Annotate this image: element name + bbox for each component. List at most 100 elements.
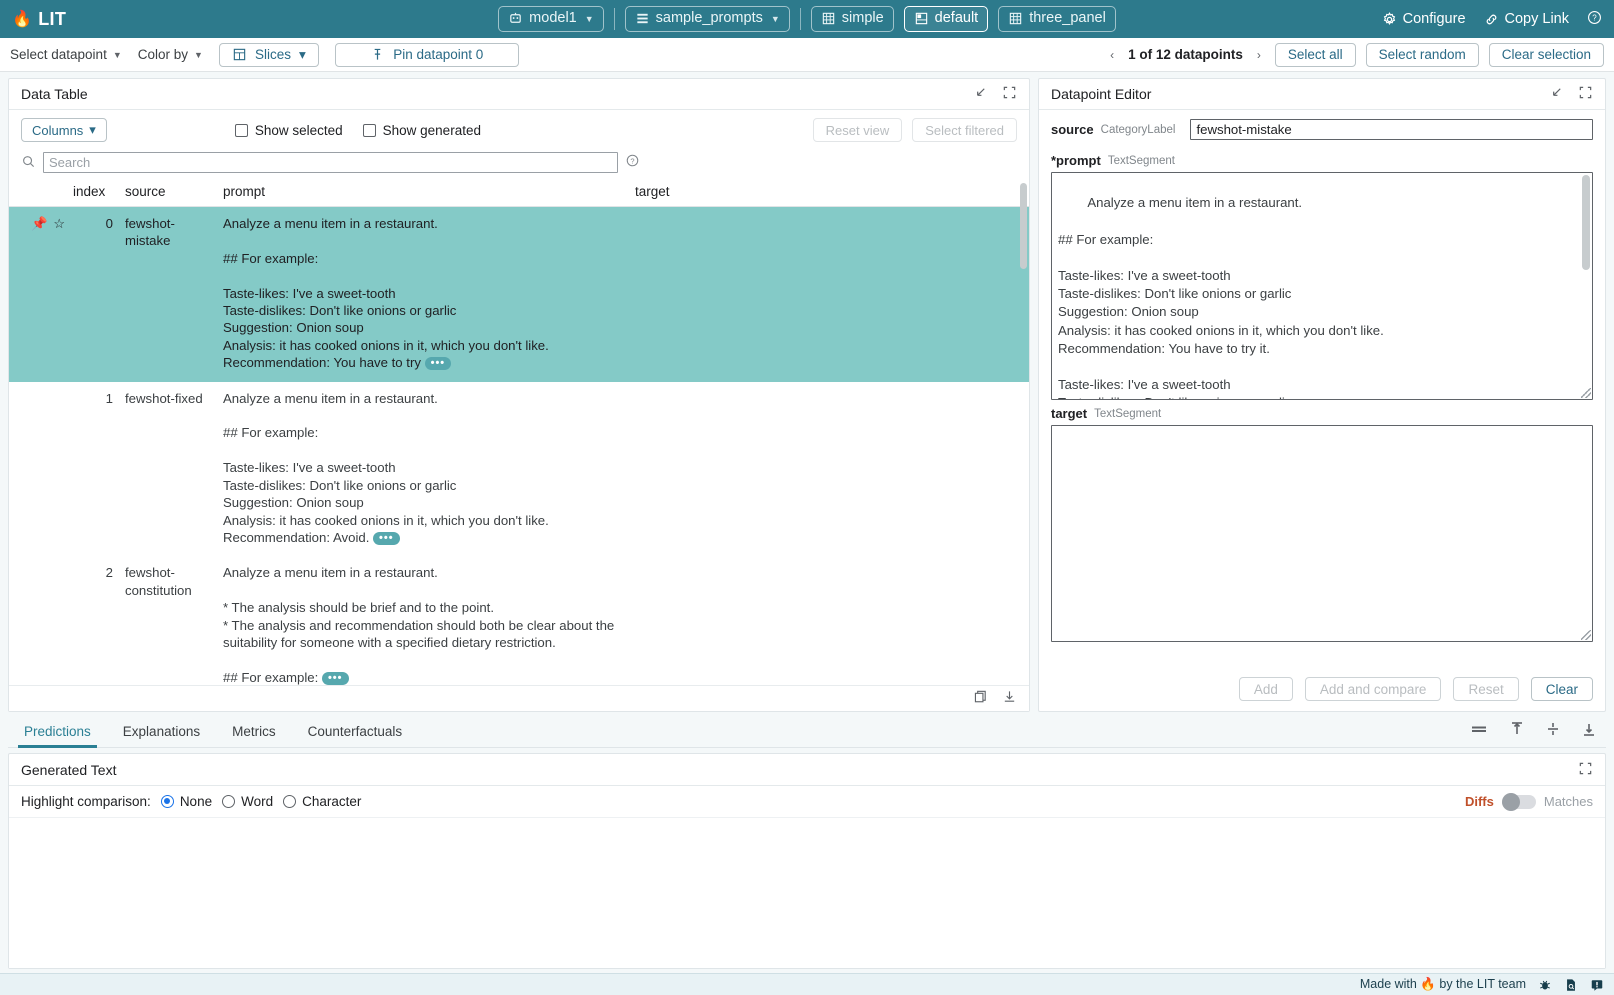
status-bar-credit: Made with 🔥 by the LIT team <box>1360 977 1526 992</box>
clear-selection-button[interactable]: Clear selection <box>1489 43 1604 67</box>
feedback-icon[interactable] <box>1590 978 1604 992</box>
generated-text-body <box>9 818 1605 968</box>
tab-explanations[interactable]: Explanations <box>107 724 216 747</box>
columns-button[interactable]: Columns ▾ <box>21 118 107 142</box>
tab-counterfactuals[interactable]: Counterfactuals <box>292 724 419 747</box>
select-datapoint-dropdown[interactable]: Select datapoint ▼ <box>10 47 122 62</box>
equal-lines-icon[interactable] <box>1470 722 1488 741</box>
data-table-scrollbar[interactable] <box>1020 183 1027 269</box>
field-target-name: target <box>1051 406 1087 421</box>
show-generated-checkbox[interactable]: Show generated <box>363 123 481 138</box>
copy-icon[interactable] <box>973 689 988 709</box>
field-target-type: TextSegment <box>1094 408 1161 420</box>
copy-link-button[interactable]: Copy Link <box>1484 11 1569 27</box>
select-random-button[interactable]: Select random <box>1366 43 1479 67</box>
tab-metrics[interactable]: Metrics <box>216 724 292 747</box>
search-help-icon[interactable]: ? <box>625 153 640 173</box>
show-selected-checkbox[interactable]: Show selected <box>235 123 343 138</box>
expand-icon[interactable] <box>1578 761 1593 779</box>
truncation-pill[interactable]: ••• <box>322 672 349 685</box>
app-brand: 🔥 LIT <box>12 9 66 30</box>
minimize-icon[interactable] <box>973 85 988 103</box>
data-table-scroll-region[interactable]: index source prompt target 📌☆ 0 fewshot-… <box>9 181 1029 685</box>
add-and-compare-button[interactable]: Add and compare <box>1305 677 1442 701</box>
reset-view-button[interactable]: Reset view <box>813 118 903 142</box>
highlight-option-word-label: Word <box>241 794 273 809</box>
datapoint-editor-panel: Datapoint Editor source CategoryLabel fe… <box>1038 78 1606 712</box>
chevron-down-icon: ▼ <box>113 50 122 60</box>
document-search-icon[interactable] <box>1564 978 1578 992</box>
search-input[interactable]: Search <box>43 152 618 173</box>
table-row[interactable]: 2 fewshot-constitution Analyze a menu it… <box>9 556 1029 685</box>
layout-three-panel-icon <box>1008 11 1023 26</box>
layout-option-simple[interactable]: simple <box>811 6 894 31</box>
slices-button[interactable]: Slices ▾ <box>219 43 319 67</box>
tab-predictions[interactable]: Predictions <box>8 724 107 747</box>
highlight-option-word[interactable]: Word <box>222 794 273 809</box>
pin-datapoint-button[interactable]: Pin datapoint 0 <box>335 43 519 67</box>
configure-button[interactable]: Configure <box>1382 11 1466 27</box>
highlight-comparison-label: Highlight comparison: <box>21 794 151 809</box>
row-pin-cell[interactable] <box>9 382 67 557</box>
minimize-icon[interactable] <box>1549 85 1564 103</box>
highlight-option-character[interactable]: Character <box>283 794 361 809</box>
diffs-matches-toggle[interactable] <box>1502 795 1536 809</box>
expand-icon[interactable] <box>1578 85 1593 103</box>
header-target[interactable]: target <box>629 181 1029 207</box>
data-table-footer <box>9 685 1029 711</box>
pin-icon[interactable]: 📌 <box>31 216 53 231</box>
select-filtered-button[interactable]: Select filtered <box>912 118 1017 142</box>
datapoint-editor-header-icons <box>1549 85 1593 103</box>
truncation-pill[interactable]: ••• <box>425 357 452 370</box>
field-source-name: source <box>1051 122 1094 137</box>
resize-handle[interactable] <box>1581 630 1591 640</box>
prev-datapoint-button[interactable]: ‹ <box>1106 48 1118 62</box>
resize-handle[interactable] <box>1581 388 1591 398</box>
row-pin-cell[interactable]: 📌☆ <box>9 207 67 382</box>
add-button[interactable]: Add <box>1239 677 1293 701</box>
dataset-selector[interactable]: sample_prompts ▼ <box>625 6 790 31</box>
layout-grid-icon <box>821 11 836 26</box>
show-generated-label: Show generated <box>383 123 481 138</box>
header-source[interactable]: source <box>119 181 217 207</box>
bug-icon[interactable] <box>1538 978 1552 992</box>
data-table-header: Data Table <box>9 79 1029 110</box>
prompt-textarea-scrollbar[interactable] <box>1582 175 1590 270</box>
table-row[interactable]: 1 fewshot-fixed Analyze a menu item in a… <box>9 382 1029 557</box>
help-circle-icon[interactable]: ? <box>1587 10 1602 29</box>
row-index: 2 <box>67 556 119 685</box>
row-pin-cell[interactable] <box>9 556 67 685</box>
select-all-button[interactable]: Select all <box>1275 43 1356 67</box>
download-icon[interactable] <box>1002 689 1017 709</box>
header-prompt[interactable]: prompt <box>217 181 629 207</box>
model-selector[interactable]: model1 ▼ <box>498 6 603 31</box>
reset-button[interactable]: Reset <box>1453 677 1518 701</box>
expand-top-icon[interactable] <box>1510 721 1524 742</box>
row-index: 1 <box>67 382 119 557</box>
row-prompt: Analyze a menu item in a restaurant. * T… <box>217 556 629 685</box>
highlight-option-none-label: None <box>180 794 212 809</box>
layout-option-default[interactable]: default <box>904 6 989 31</box>
next-datapoint-button[interactable]: › <box>1253 48 1265 62</box>
field-prompt-type: TextSegment <box>1108 155 1175 167</box>
layout-option-three-panel[interactable]: three_panel <box>998 6 1116 31</box>
color-by-dropdown[interactable]: Color by ▼ <box>138 47 203 62</box>
expand-icon[interactable] <box>1002 85 1017 103</box>
clear-button[interactable]: Clear <box>1531 677 1593 701</box>
target-textarea[interactable] <box>1051 425 1593 642</box>
svg-text:?: ? <box>630 156 634 165</box>
highlight-option-none[interactable]: None <box>161 794 212 809</box>
star-icon[interactable]: ☆ <box>53 216 71 231</box>
table-row[interactable]: 📌☆ 0 fewshot-mistake Analyze a menu item… <box>9 207 1029 382</box>
header-index[interactable]: index <box>67 181 119 207</box>
datapoint-editor-title: Datapoint Editor <box>1051 86 1151 102</box>
split-icon[interactable] <box>1546 721 1560 742</box>
source-input[interactable]: fewshot-mistake <box>1190 119 1593 140</box>
row-prompt: Analyze a menu item in a restaurant. ## … <box>217 207 629 382</box>
prompt-textarea[interactable]: Analyze a menu item in a restaurant. ## … <box>1051 172 1593 400</box>
generated-text-controls: Highlight comparison: None Word Characte… <box>9 786 1605 818</box>
top-bar-right-group: Configure Copy Link ? <box>1382 10 1602 29</box>
truncation-pill[interactable]: ••• <box>373 532 400 545</box>
radio-button <box>283 795 296 808</box>
expand-bottom-icon[interactable] <box>1582 721 1596 742</box>
